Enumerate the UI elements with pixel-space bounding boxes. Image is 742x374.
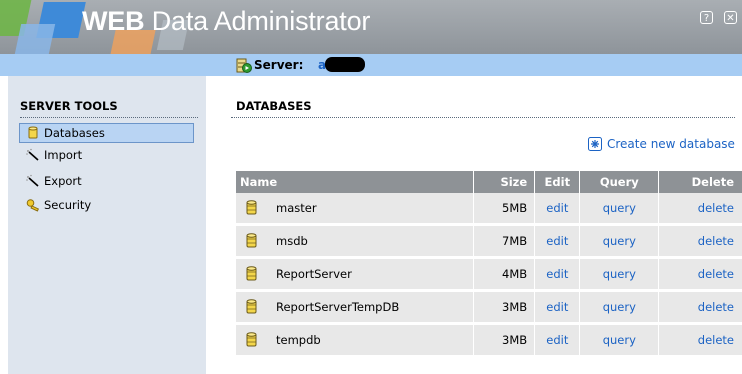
table-row: ReportServer 4MB edit query delete bbox=[236, 259, 742, 292]
database-icon bbox=[246, 332, 257, 347]
databases-table: Name Size Edit Query Delete master 5MB e… bbox=[236, 171, 742, 358]
sidebar-divider bbox=[20, 117, 198, 118]
wand-icon bbox=[26, 174, 39, 187]
database-icon bbox=[246, 200, 257, 215]
delete-link[interactable]: delete bbox=[698, 333, 734, 347]
db-size: 3MB bbox=[473, 292, 535, 325]
table-header-row: Name Size Edit Query Delete bbox=[236, 171, 742, 193]
server-go-icon bbox=[236, 58, 252, 73]
delete-link[interactable]: delete bbox=[698, 234, 734, 248]
server-label: Server: bbox=[254, 58, 304, 72]
sidebar-item-label: Databases bbox=[44, 126, 105, 140]
db-name: ReportServerTempDB bbox=[276, 300, 400, 314]
redaction-mark bbox=[325, 57, 365, 72]
table-row: tempdb 3MB edit query delete bbox=[236, 325, 742, 358]
table-row: master 5MB edit query delete bbox=[236, 193, 742, 226]
app-title: WEB Data Administrator bbox=[82, 6, 370, 37]
column-header-edit: Edit bbox=[534, 171, 580, 193]
delete-link[interactable]: delete bbox=[698, 201, 734, 215]
db-size: 4MB bbox=[473, 259, 535, 292]
column-header-query: Query bbox=[579, 171, 659, 193]
db-name-cell: msdb bbox=[236, 226, 473, 256]
db-name: tempdb bbox=[276, 333, 321, 347]
column-header-name[interactable]: Name bbox=[236, 171, 474, 193]
delete-link[interactable]: delete bbox=[698, 300, 734, 314]
query-link[interactable]: query bbox=[603, 300, 636, 314]
edit-link[interactable]: edit bbox=[546, 333, 568, 347]
db-name-cell: ReportServer bbox=[236, 259, 473, 289]
server-bar bbox=[0, 54, 742, 76]
db-name: msdb bbox=[276, 234, 308, 248]
app-header: WEB Data Administrator ? ✕ bbox=[0, 0, 742, 54]
edit-link[interactable]: edit bbox=[546, 267, 568, 281]
edit-link[interactable]: edit bbox=[546, 234, 568, 248]
new-database-icon bbox=[588, 137, 602, 151]
sidebar-item-databases[interactable]: Databases bbox=[19, 123, 194, 143]
sidebar-item-label: Import bbox=[44, 148, 83, 162]
edit-link[interactable]: edit bbox=[546, 300, 568, 314]
db-name-cell: tempdb bbox=[236, 325, 473, 355]
create-database-label: Create new database bbox=[607, 137, 735, 151]
query-link[interactable]: query bbox=[603, 234, 636, 248]
app-title-bold: WEB bbox=[82, 6, 145, 36]
delete-link[interactable]: delete bbox=[698, 267, 734, 281]
db-name-cell: ReportServerTempDB bbox=[236, 292, 473, 322]
help-icon[interactable]: ? bbox=[700, 11, 713, 24]
key-icon bbox=[26, 199, 40, 212]
db-name-cell: master bbox=[236, 193, 473, 223]
app-title-rest: Data Administrator bbox=[144, 6, 371, 36]
sidebar bbox=[8, 76, 206, 374]
database-icon bbox=[246, 266, 257, 281]
db-name: master bbox=[276, 201, 317, 215]
table-row: ReportServerTempDB 3MB edit query delete bbox=[236, 292, 742, 325]
query-link[interactable]: query bbox=[603, 201, 636, 215]
database-icon bbox=[246, 233, 257, 248]
query-link[interactable]: query bbox=[603, 267, 636, 281]
database-icon bbox=[28, 126, 38, 139]
db-size: 3MB bbox=[473, 325, 535, 358]
title-divider bbox=[231, 117, 735, 118]
db-size: 7MB bbox=[473, 226, 535, 259]
page-title: DATABASES bbox=[236, 99, 312, 113]
close-icon[interactable]: ✕ bbox=[724, 11, 737, 24]
table-row: msdb 7MB edit query delete bbox=[236, 226, 742, 259]
edit-link[interactable]: edit bbox=[546, 201, 568, 215]
sidebar-title: SERVER TOOLS bbox=[20, 99, 118, 113]
sidebar-item-label: Security bbox=[44, 198, 92, 212]
db-size: 5MB bbox=[473, 193, 535, 226]
sidebar-item-label: Export bbox=[44, 174, 82, 188]
wand-icon bbox=[26, 148, 39, 161]
column-header-delete: Delete bbox=[658, 171, 742, 193]
db-name: ReportServer bbox=[276, 267, 352, 281]
database-icon bbox=[246, 299, 257, 314]
column-header-size[interactable]: Size bbox=[473, 171, 535, 193]
query-link[interactable]: query bbox=[603, 333, 636, 347]
